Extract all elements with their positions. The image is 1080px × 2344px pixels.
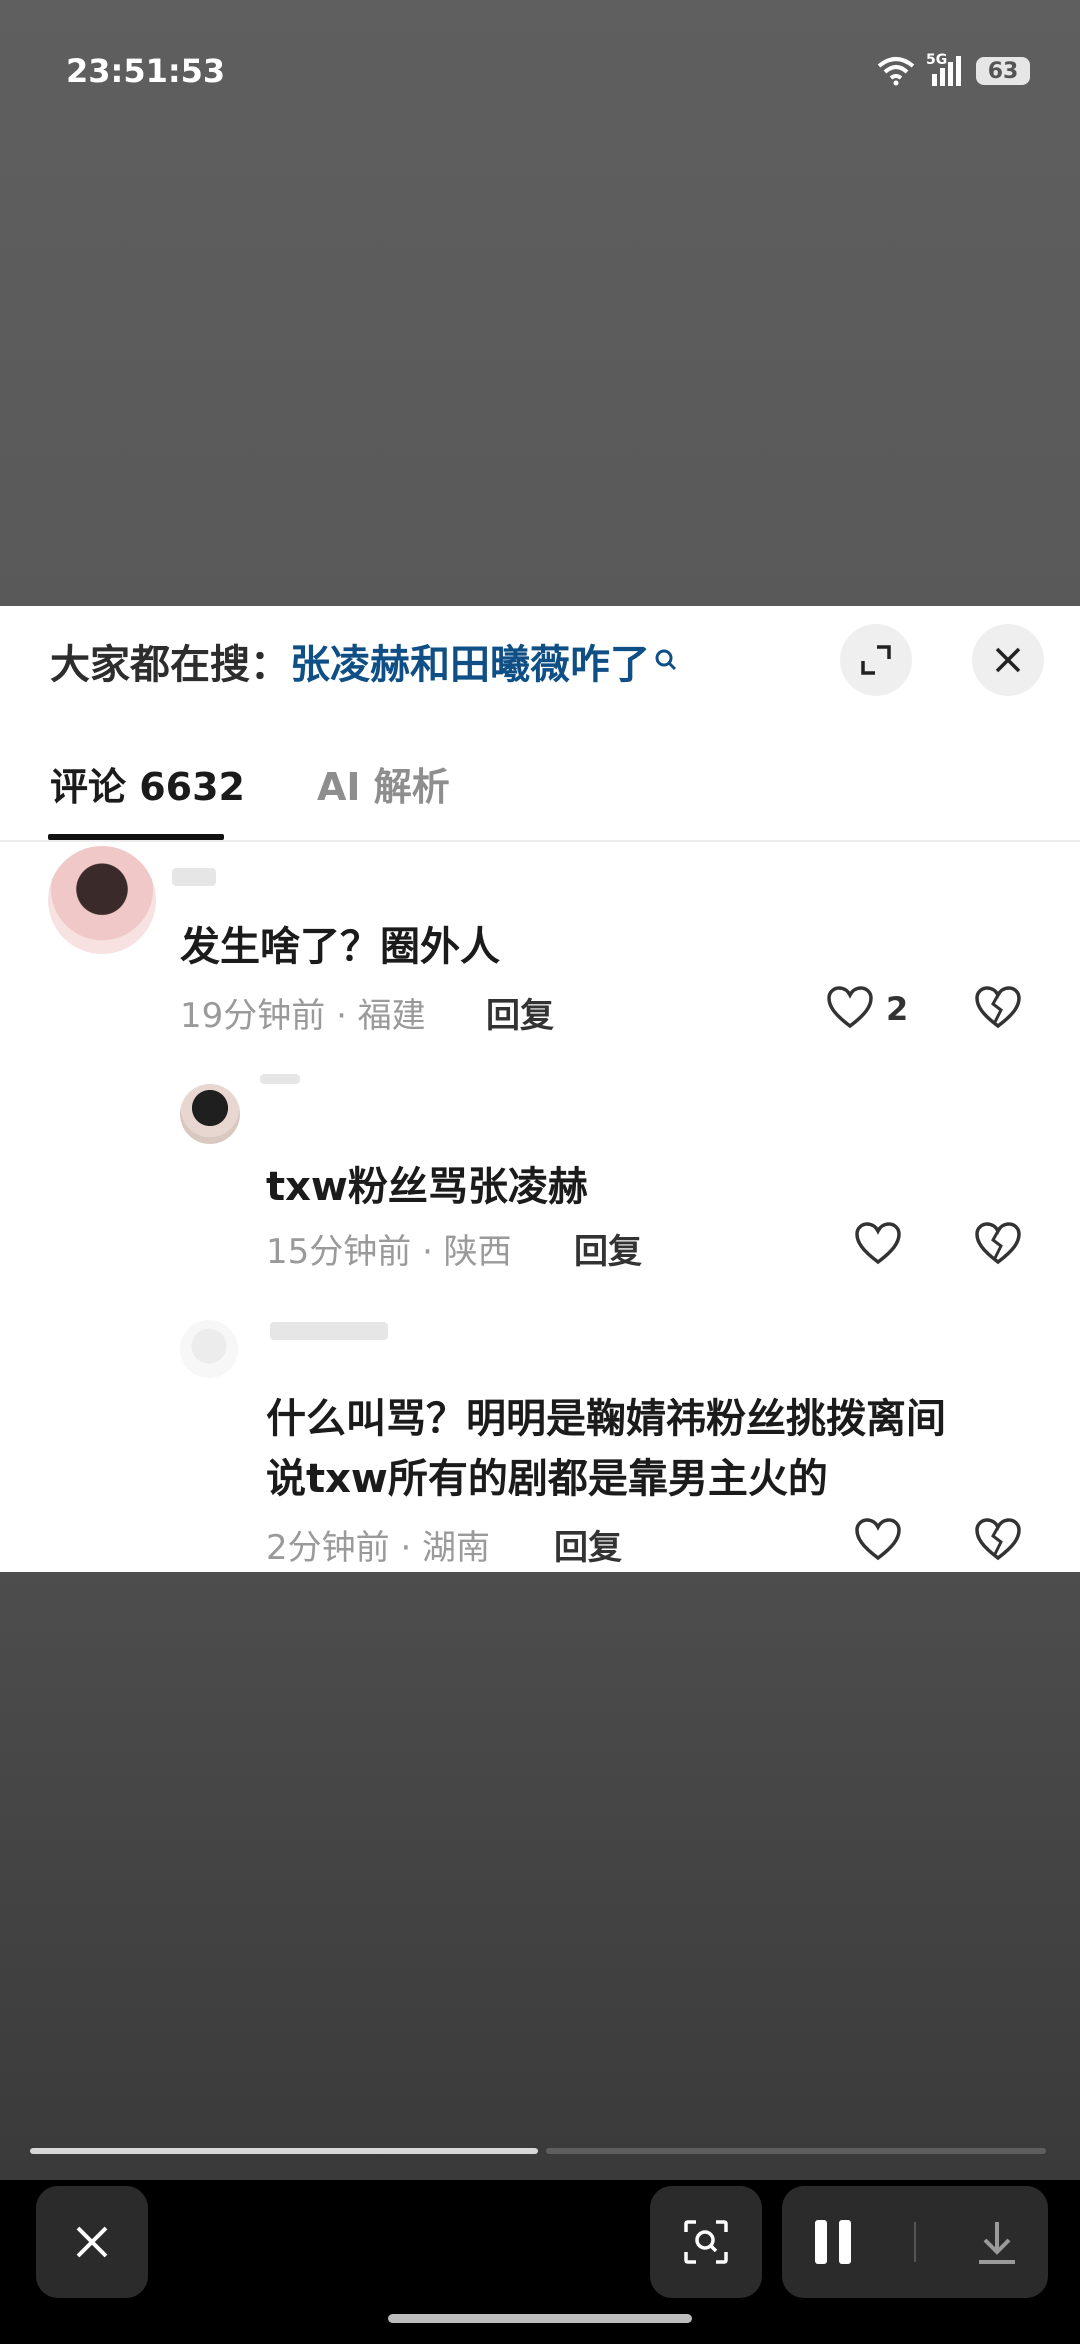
reply-button[interactable]: 回复: [554, 1520, 622, 1569]
home-indicator[interactable]: [388, 2314, 692, 2323]
reply-button[interactable]: 回复: [486, 988, 554, 1037]
tab-ai-analysis[interactable]: AI 解析: [317, 756, 450, 811]
expand-button[interactable]: [840, 624, 912, 696]
like-icon[interactable]: [854, 1518, 902, 1562]
screen-search-button[interactable]: [650, 2186, 762, 2298]
dislike-icon[interactable]: [974, 1518, 1022, 1562]
search-icon: [654, 636, 678, 682]
trending-search-banner[interactable]: 大家都在搜：张凌赫和田曦薇咋了: [50, 632, 678, 690]
video-backdrop-bottom: [0, 1572, 1080, 2180]
cellular-signal-icon: 5G: [926, 52, 966, 86]
comment-text: txw粉丝骂张凌赫: [266, 1164, 588, 1210]
username-blurred[interactable]: [270, 1322, 388, 1340]
screen-search-icon: [684, 2220, 728, 2264]
close-player-button[interactable]: [36, 2186, 148, 2298]
trending-search-query[interactable]: 张凌赫和田曦薇咋了: [290, 642, 650, 688]
comment-panel: 大家都在搜：张凌赫和田曦薇咋了 评论 6632 AI 解析 发生啥了？圈外人 1…: [0, 606, 1080, 1572]
dislike-icon[interactable]: [974, 1222, 1022, 1266]
like-icon[interactable]: [854, 1222, 902, 1266]
wifi-icon: [877, 57, 915, 86]
username-blurred[interactable]: [260, 1074, 300, 1084]
video-backdrop-top: [0, 0, 1080, 608]
comment-meta: 2分钟前 · 湖南: [266, 1528, 491, 1568]
tab-comments[interactable]: 评论 6632: [50, 756, 245, 811]
avatar[interactable]: [180, 1084, 240, 1144]
pause-icon[interactable]: [811, 2218, 855, 2266]
like-icon[interactable]: [826, 986, 874, 1030]
avatar[interactable]: [180, 1320, 238, 1378]
controls-divider: [913, 2222, 916, 2262]
comment-text: 发生啥了？圈外人: [180, 924, 500, 970]
download-icon[interactable]: [975, 2218, 1019, 2266]
like-count: 2: [886, 990, 909, 1028]
comment-meta: 15分钟前 · 陕西: [266, 1232, 512, 1272]
expand-icon: [861, 645, 891, 675]
video-progress-played: [30, 2148, 538, 2154]
comment-meta: 19分钟前 · 福建: [180, 996, 426, 1036]
tabs-divider: [0, 840, 1080, 842]
status-time: 23:51:53: [66, 52, 226, 90]
reply-button[interactable]: 回复: [574, 1224, 642, 1273]
battery-indicator: 63: [976, 57, 1030, 85]
trending-search-prefix: 大家都在搜：: [50, 642, 290, 688]
comment-text: 说txw所有的剧都是靠男主火的: [266, 1456, 828, 1502]
video-progress-remaining: [546, 2148, 1046, 2154]
comment-tabs: 评论 6632 AI 解析: [50, 756, 450, 811]
video-progress-bar[interactable]: [30, 2148, 1046, 2154]
status-icons: 5G 63: [876, 52, 1030, 86]
username-blurred[interactable]: [172, 868, 216, 886]
comment-text: 什么叫骂？明明是鞠婧祎粉丝挑拨离间: [266, 1396, 946, 1442]
dislike-icon[interactable]: [974, 986, 1022, 1030]
close-panel-button[interactable]: [972, 624, 1044, 696]
avatar[interactable]: [48, 846, 156, 954]
close-icon: [995, 647, 1021, 673]
close-icon: [76, 2226, 108, 2258]
playback-controls: [782, 2186, 1048, 2298]
